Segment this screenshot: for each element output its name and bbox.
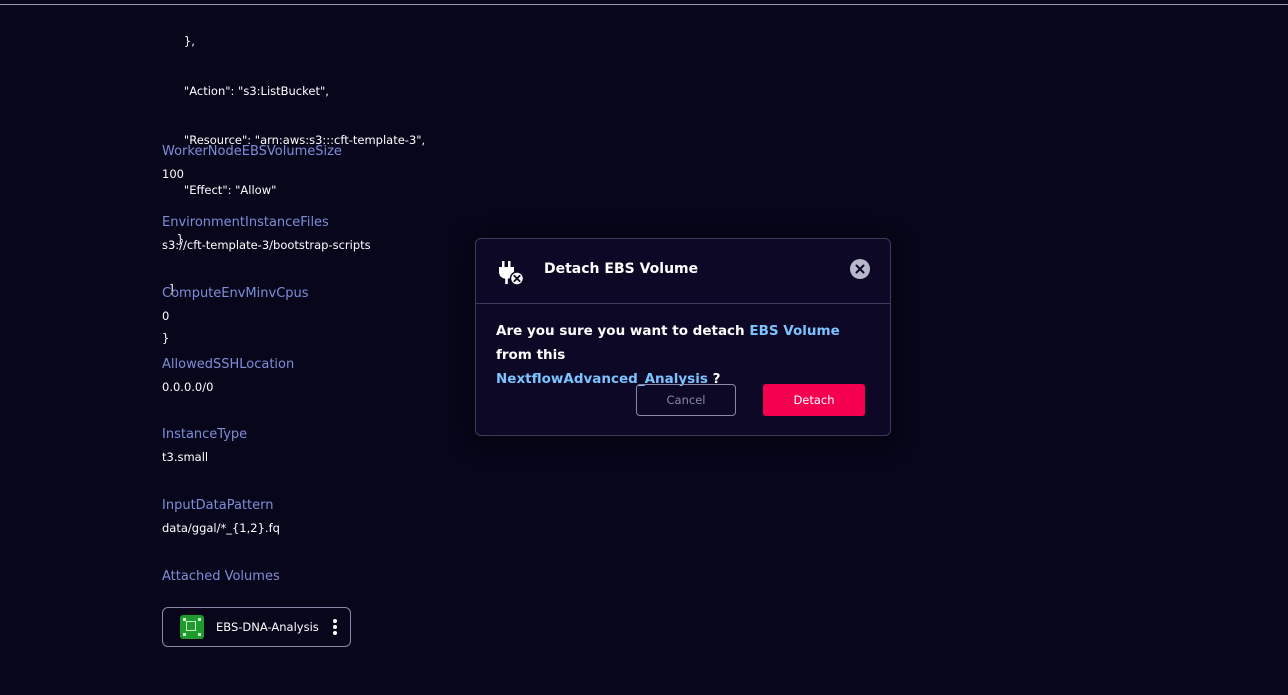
json-line: },	[162, 34, 195, 48]
close-icon[interactable]	[850, 259, 870, 279]
field-label: EnvironmentInstanceFiles	[162, 215, 329, 230]
detach-volume-dialog: Detach EBS Volume Are you sure you want …	[475, 238, 891, 436]
volume-card[interactable]: EBS-DNA-Analysis	[162, 607, 351, 647]
field-input-data-pattern: InputDataPattern data/ggal/*_{1,2}.fq	[162, 498, 280, 535]
unplug-icon	[499, 261, 525, 286]
field-value: s3://cft-template-3/bootstrap-scripts	[162, 238, 371, 252]
field-value: data/ggal/*_{1,2}.fq	[162, 521, 280, 535]
message-text: Are you sure you want to detach	[496, 323, 745, 339]
json-line: }	[162, 331, 170, 345]
field-environment-instance-files: EnvironmentInstanceFiles s3://cft-templa…	[162, 215, 371, 252]
cancel-button[interactable]: Cancel	[636, 384, 736, 416]
dialog-message: Are you sure you want to detach EBS Volu…	[496, 319, 876, 391]
ebs-volume-icon	[180, 615, 204, 639]
json-line: "Effect": "Allow"	[162, 182, 277, 197]
field-label: ComputeEnvMinvCpus	[162, 286, 309, 301]
detach-button[interactable]: Detach	[763, 384, 865, 416]
field-label: InstanceType	[162, 427, 248, 442]
dialog-title: Detach EBS Volume	[544, 261, 699, 277]
message-highlight-volume: EBS Volume	[749, 323, 840, 339]
message-text: from this	[496, 347, 566, 363]
field-allowed-ssh-location: AllowedSSHLocation 0.0.0.0/0	[162, 357, 294, 394]
field-value: 0	[162, 309, 170, 323]
field-value: 100	[162, 167, 184, 181]
field-label: AllowedSSHLocation	[162, 357, 295, 372]
field-instance-type: InstanceType t3.small	[162, 427, 247, 464]
volume-name: EBS-DNA-Analysis	[216, 620, 319, 634]
dialog-header: Detach EBS Volume	[476, 239, 890, 304]
attached-volumes-label: Attached Volumes	[162, 569, 280, 584]
field-value: 0.0.0.0/0	[162, 380, 214, 394]
field-label: InputDataPattern	[162, 498, 274, 513]
field-worker-node-ebs-volume-size: WorkerNodeEBSVolumeSize 100	[162, 144, 342, 181]
kebab-menu-icon[interactable]	[332, 619, 337, 635]
json-line: "Action": "s3:ListBucket",	[162, 83, 329, 98]
field-label: WorkerNodeEBSVolumeSize	[162, 144, 342, 159]
field-compute-env-minv-cpus: ComputeEnvMinvCpus 0	[162, 286, 309, 323]
field-value: t3.small	[162, 450, 209, 464]
